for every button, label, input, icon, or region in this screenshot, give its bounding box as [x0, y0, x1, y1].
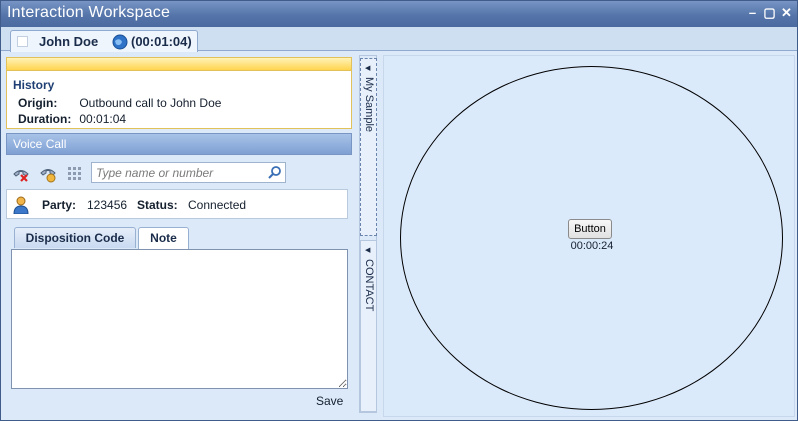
tab-timer: (00:01:04) — [131, 34, 192, 49]
title-bar[interactable]: Interaction Workspace – ▢ ✕ — [1, 1, 797, 27]
minimize-icon[interactable]: – — [746, 6, 759, 20]
origin-row: Origin: Outbound call to John Doe — [18, 96, 221, 110]
call-toolbar — [6, 159, 352, 187]
party-info: Party: 123456 Status: Connected — [6, 189, 348, 219]
interaction-tab[interactable]: John Doe (00:01:04) — [10, 30, 198, 52]
sample-button[interactable]: Button — [568, 219, 612, 239]
window-title: Interaction Workspace — [7, 4, 171, 21]
sample-button-label: Button — [574, 223, 606, 235]
tab-contact-name: John Doe — [39, 34, 99, 49]
collapse-arrow-icon: ◀ — [365, 65, 371, 72]
voice-call-header[interactable]: Voice Call — [6, 133, 352, 155]
tab-disposition-code[interactable]: Disposition Code — [14, 227, 136, 248]
duration-label: Duration: — [18, 112, 72, 126]
side-tab-strip: ◀ My Sample ◀ CONTACT — [359, 55, 377, 413]
voice-call-label: Voice Call — [13, 137, 67, 151]
person-icon — [13, 196, 29, 214]
party-value: 123456 — [87, 198, 128, 212]
tab-note[interactable]: Note — [138, 227, 189, 249]
tab-disposition-label: Disposition Code — [25, 231, 125, 245]
duration-row: Duration: 00:01:04 — [18, 112, 126, 126]
maximize-icon[interactable]: ▢ — [763, 6, 776, 20]
history-heading: History — [13, 78, 55, 92]
sample-panel: Button 00:00:24 — [383, 55, 795, 417]
interaction-workspace-window: Interaction Workspace – ▢ ✕ John Doe (00… — [0, 0, 798, 421]
hold-icon[interactable] — [39, 165, 57, 183]
tab-checkbox[interactable] — [17, 36, 28, 47]
side-tab-contact[interactable]: ◀ CONTACT — [360, 240, 377, 412]
expand-arrow-icon: ◀ — [365, 247, 371, 254]
tab-note-label: Note — [150, 231, 177, 245]
status-label: Status: — [137, 198, 178, 212]
origin-label: Origin: — [18, 96, 58, 110]
side-tab-my-sample[interactable]: ◀ My Sample — [360, 58, 377, 236]
history-panel: History Origin: Outbound call to John Do… — [6, 57, 352, 129]
party-label: Party: — [42, 198, 77, 212]
dialpad-icon[interactable] — [66, 165, 84, 183]
duration-value: 00:01:04 — [79, 112, 127, 126]
save-label: Save — [316, 394, 344, 408]
interaction-panel: History Origin: Outbound call to John Do… — [6, 55, 354, 417]
search-icon[interactable] — [267, 165, 282, 180]
contact-label: CONTACT — [363, 259, 375, 312]
my-sample-label: My Sample — [363, 77, 375, 133]
save-button[interactable]: Save — [316, 394, 343, 408]
sample-timer: 00:00:24 — [570, 240, 614, 252]
globe-icon — [112, 34, 128, 50]
note-textarea[interactable] — [11, 249, 348, 389]
search-field[interactable] — [91, 162, 286, 183]
search-input[interactable] — [92, 163, 260, 182]
status-value: Connected — [188, 198, 247, 212]
origin-value: Outbound call to John Doe — [79, 96, 222, 110]
interaction-tab-strip: John Doe (00:01:04) — [1, 27, 797, 52]
close-icon[interactable]: ✕ — [780, 6, 793, 20]
hangup-icon[interactable] — [12, 165, 30, 183]
